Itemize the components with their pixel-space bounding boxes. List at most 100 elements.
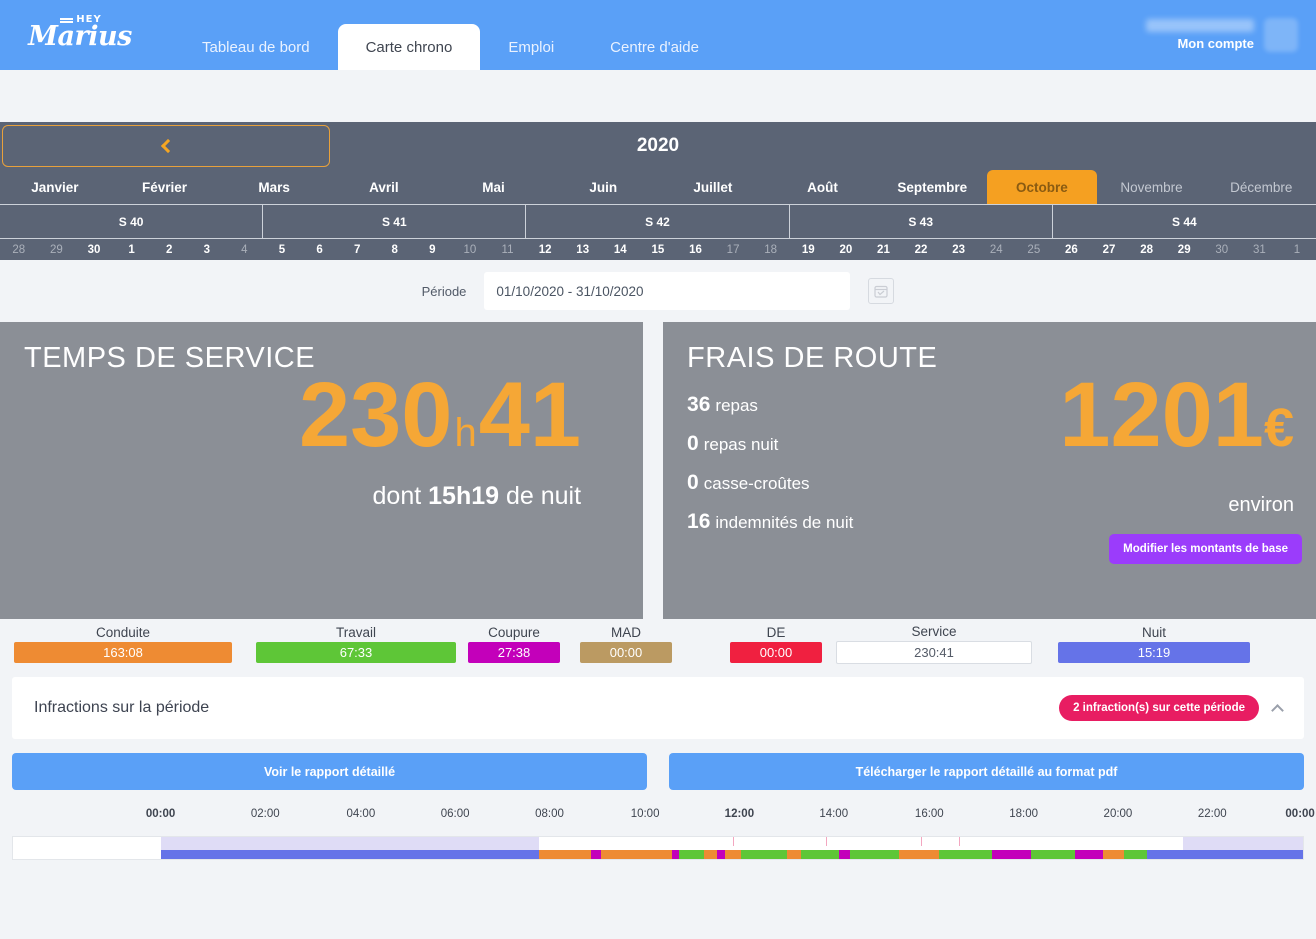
timeline-activity-segment[interactable] (1183, 850, 1303, 859)
nav-item-3[interactable]: Centre d'aide (582, 24, 727, 70)
day-cell[interactable]: 16 (677, 239, 715, 260)
avatar[interactable] (1264, 18, 1298, 52)
week-s44[interactable]: S 44 (1053, 205, 1316, 238)
previous-period-button[interactable] (2, 125, 330, 167)
day-cell[interactable]: 2 (150, 239, 188, 260)
edit-base-amounts-button[interactable]: Modifier les montants de base (1109, 534, 1302, 564)
month-août[interactable]: Août (768, 170, 878, 204)
day-cell[interactable]: 31 (1241, 239, 1279, 260)
timeline-activity-segment[interactable] (601, 850, 673, 859)
day-cell[interactable]: 1 (1278, 239, 1316, 260)
nav-item-0[interactable]: Tableau de bord (174, 24, 338, 70)
day-cell[interactable]: 19 (789, 239, 827, 260)
month-octobre[interactable]: Octobre (987, 170, 1097, 204)
timeline-activity-segment[interactable] (590, 850, 602, 859)
day-cell[interactable]: 5 (263, 239, 301, 260)
timeline-activity-segment[interactable] (838, 850, 851, 859)
account-label: Mon compte (1177, 36, 1254, 51)
infractions-count-badge[interactable]: 2 infraction(s) sur cette période (1059, 695, 1259, 721)
day-cell[interactable]: 27 (1090, 239, 1128, 260)
day-cell[interactable]: 28 (1128, 239, 1166, 260)
day-cell[interactable]: 25 (1015, 239, 1053, 260)
day-cell[interactable]: 14 (602, 239, 640, 260)
day-cell[interactable]: 8 (376, 239, 414, 260)
day-cell[interactable]: 30 (1203, 239, 1241, 260)
day-cell[interactable]: 26 (1053, 239, 1091, 260)
download-pdf-report-button[interactable]: Télécharger le rapport détaillé au forma… (669, 753, 1304, 790)
timeline-track[interactable] (12, 836, 1304, 860)
day-cell[interactable]: 17 (714, 239, 752, 260)
day-cell[interactable]: 29 (1165, 239, 1203, 260)
timeline-activity-segment[interactable] (939, 850, 993, 859)
timeline-activity-segment[interactable] (539, 850, 591, 859)
day-cell[interactable]: 4 (226, 239, 264, 260)
day-cell[interactable]: 6 (301, 239, 339, 260)
timeline-activity-segment[interactable] (801, 850, 839, 859)
timeline-hour-label: 18:00 (1009, 808, 1039, 820)
month-avril[interactable]: Avril (329, 170, 439, 204)
timeline-activity-segment[interactable] (992, 850, 1031, 859)
day-cell[interactable]: 24 (977, 239, 1015, 260)
month-mai[interactable]: Mai (439, 170, 549, 204)
timeline-activity-segment[interactable] (725, 850, 741, 859)
metric-label: Coupure (488, 625, 540, 640)
month-juillet[interactable]: Juillet (658, 170, 768, 204)
timeline-activity-segment[interactable] (740, 850, 787, 859)
timeline-night-block (425, 837, 540, 850)
timeline-activity-segment[interactable] (1030, 850, 1075, 859)
month-novembre[interactable]: Novembre (1097, 170, 1207, 204)
day-cell[interactable]: 15 (639, 239, 677, 260)
day-cell[interactable]: 30 (75, 239, 113, 260)
timeline-hour-label: 00:00 (1285, 808, 1315, 820)
chevron-up-icon[interactable] (1271, 703, 1284, 717)
week-s41[interactable]: S 41 (263, 205, 527, 238)
frais-amount: 1201 (1059, 364, 1264, 466)
day-cell[interactable]: 3 (188, 239, 226, 260)
account-area[interactable]: Mon compte (1146, 0, 1298, 70)
timeline-activity-segment[interactable] (899, 850, 940, 859)
day-cell[interactable]: 7 (338, 239, 376, 260)
nav-item-1[interactable]: Carte chrono (337, 24, 481, 70)
calendar-icon-button[interactable] (868, 278, 895, 304)
month-juin[interactable]: Juin (548, 170, 658, 204)
week-s43[interactable]: S 43 (790, 205, 1053, 238)
nav-item-2[interactable]: Emploi (480, 24, 582, 70)
month-décembre[interactable]: Décembre (1206, 170, 1316, 204)
timeline-activity-segment[interactable] (1074, 850, 1104, 859)
day-cell[interactable]: 29 (38, 239, 76, 260)
day-cell[interactable]: 21 (865, 239, 903, 260)
month-septembre[interactable]: Septembre (877, 170, 987, 204)
period-input[interactable] (484, 272, 851, 310)
day-cell[interactable]: 28 (0, 239, 38, 260)
day-cell[interactable]: 13 (564, 239, 602, 260)
day-cell[interactable]: 22 (902, 239, 940, 260)
app-header: HEY Marius Tableau de bord Carte chrono Em… (0, 0, 1316, 70)
timeline-activity-segment[interactable] (1103, 850, 1124, 859)
week-s42[interactable]: S 42 (526, 205, 790, 238)
timeline-activity-segment[interactable] (704, 850, 718, 859)
timeline-activity-segment[interactable] (1146, 850, 1184, 859)
day-cell[interactable]: 10 (451, 239, 489, 260)
day-cell[interactable]: 12 (526, 239, 564, 260)
timeline-activity-segment[interactable] (678, 850, 705, 859)
logo[interactable]: HEY Marius (0, 0, 160, 70)
timeline-activity-segment[interactable] (717, 850, 726, 859)
timeline-activity-segment[interactable] (787, 850, 802, 859)
month-février[interactable]: Février (110, 170, 220, 204)
day-cell[interactable]: 18 (752, 239, 790, 260)
day-cell[interactable]: 1 (113, 239, 151, 260)
view-detailed-report-button[interactable]: Voir le rapport détaillé (12, 753, 647, 790)
timeline-activity-segment[interactable] (850, 850, 900, 859)
day-cell[interactable]: 9 (414, 239, 452, 260)
day-cell[interactable]: 23 (940, 239, 978, 260)
day-cell[interactable]: 11 (489, 239, 527, 260)
month-mars[interactable]: Mars (219, 170, 329, 204)
metric-nuit: Nuit 15:19 (1058, 625, 1250, 663)
service-minutes: 41 (478, 364, 582, 466)
month-janvier[interactable]: Janvier (0, 170, 110, 204)
timeline-activity-segment[interactable] (1123, 850, 1147, 859)
timeline-activity-segment[interactable] (161, 850, 540, 859)
week-s40[interactable]: S 40 (0, 205, 264, 238)
day-cell[interactable]: 20 (827, 239, 865, 260)
metric-value: 67:33 (256, 642, 456, 663)
